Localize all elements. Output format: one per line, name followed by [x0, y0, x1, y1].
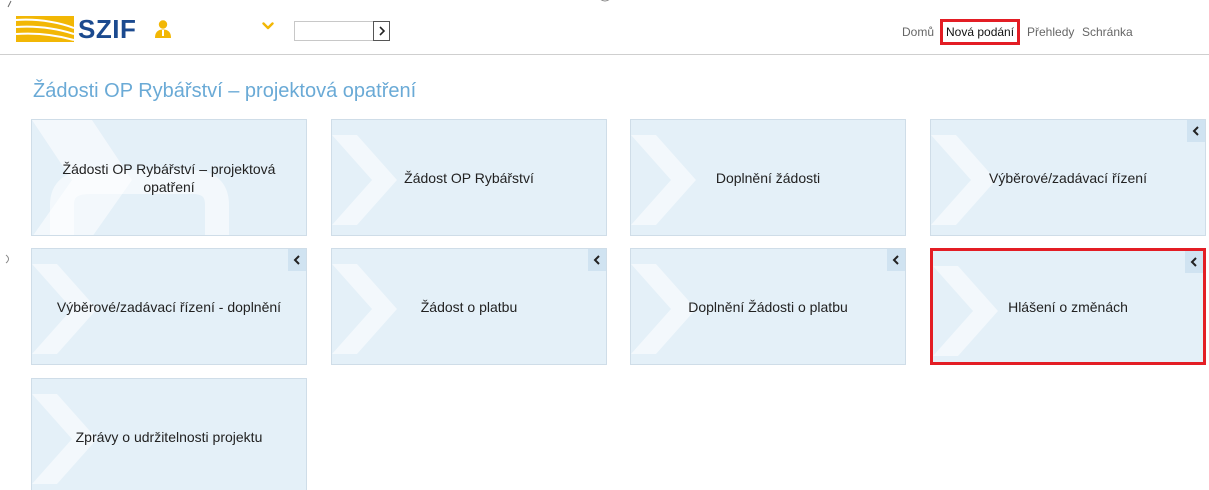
- left-edge-arc-icon: [5, 254, 9, 264]
- collapse-button[interactable]: [1185, 251, 1203, 273]
- page-title: Žádosti OP Rybářství – projektová opatře…: [33, 80, 417, 102]
- chevron-left-icon: [593, 255, 600, 265]
- nav-home[interactable]: Domů: [902, 24, 934, 40]
- tile-projektova-opatreni[interactable]: Žádosti OP Rybářství – projektová opatře…: [31, 119, 307, 236]
- tile-label: Výběrové/zadávací řízení - doplnění: [56, 298, 282, 315]
- tile-label: Hlášení o změnách: [1008, 298, 1128, 315]
- chevron-left-icon: [1190, 257, 1197, 267]
- tile-doplneni-zadosti[interactable]: Doplnění žádosti: [630, 119, 906, 236]
- page: SZIF Domů Nová podání Přehledy Schránka …: [0, 0, 1209, 490]
- tile-vyberove-rizeni[interactable]: Výběrové/zadávací řízení: [930, 119, 1206, 236]
- top-arc-icon: [600, 0, 610, 2]
- logo-text: SZIF: [78, 14, 137, 44]
- chevron-left-icon: [293, 255, 300, 265]
- quick-search-input[interactable]: [294, 21, 373, 41]
- tile-vyberove-rizeni-doplneni[interactable]: Výběrové/zadávací řízení - doplnění: [31, 248, 307, 365]
- tile-label: Zprávy o udržitelnosti projektu: [75, 428, 263, 445]
- top-header: SZIF Domů Nová podání Přehledy Schránka: [0, 0, 1209, 55]
- tile-zpravy-o-udrzitelnosti[interactable]: Zprávy o udržitelnosti projektu: [31, 378, 307, 490]
- tile-label: Žádosti OP Rybářství – projektová opatře…: [62, 160, 276, 195]
- collapse-button[interactable]: [887, 249, 905, 271]
- szif-logo[interactable]: SZIF: [16, 14, 176, 44]
- tile-hlaseni-o-zmenach[interactable]: Hlášení o změnách: [930, 248, 1206, 365]
- corner-tick-icon: [7, 0, 12, 8]
- tile-label: Doplnění žádosti: [715, 169, 821, 186]
- tile-label: Žádost o platbu: [420, 298, 518, 315]
- logo-field-stripes-icon: [16, 16, 74, 42]
- nav-new-submissions[interactable]: Nová podání: [940, 19, 1021, 45]
- chevron-left-icon: [1192, 126, 1199, 136]
- tile-doplneni-zadosti-o-platbu[interactable]: Doplnění Žádosti o platbu: [630, 248, 906, 365]
- user-icon[interactable]: [153, 19, 173, 39]
- tile-label: Žádost OP Rybářství: [404, 169, 534, 186]
- tile-zadost-o-platbu[interactable]: Žádost o platbu: [331, 248, 607, 365]
- collapse-button[interactable]: [1187, 120, 1205, 142]
- go-button[interactable]: [373, 21, 390, 41]
- nav-inbox[interactable]: Schránka: [1082, 24, 1133, 40]
- chevron-right-icon: [378, 26, 385, 36]
- tile-label: Výběrové/zadávací řízení: [989, 169, 1147, 186]
- tile-zadost-op-rybarstvi[interactable]: Žádost OP Rybářství: [331, 119, 607, 236]
- tile-label: Doplnění Žádosti o platbu: [688, 298, 848, 315]
- collapse-button[interactable]: [288, 249, 306, 271]
- chevron-down-icon[interactable]: [262, 21, 274, 31]
- collapse-button[interactable]: [588, 249, 606, 271]
- nav-overviews[interactable]: Přehledy: [1027, 24, 1074, 40]
- chevron-left-icon: [892, 255, 899, 265]
